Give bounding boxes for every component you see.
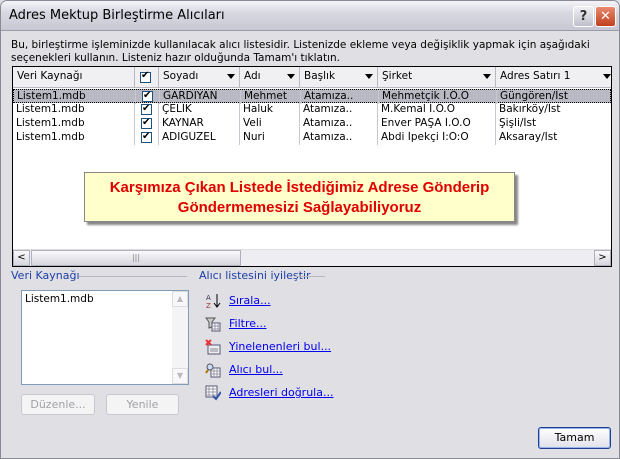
cell-adi: Haluk <box>240 103 300 117</box>
cell-soyadi: ÇELİK <box>159 103 240 117</box>
cell-sirket: Enver PAŞA İ.Ö.O <box>378 117 496 131</box>
scroll-left-button[interactable]: < <box>13 250 30 266</box>
find-duplicates-link[interactable]: Yinelenenleri bul... <box>229 340 331 353</box>
column-header-adres[interactable]: Adres Satırı 1 <box>496 67 611 88</box>
description-text: Bu, birleştirme işleminizde kullanılacak… <box>11 39 590 64</box>
row-checkbox-cell <box>135 103 159 117</box>
column-label: Soyadı <box>163 70 199 82</box>
row-checkbox[interactable] <box>142 90 153 102</box>
column-label: Şirket <box>382 70 413 82</box>
dropdown-arrow-icon[interactable] <box>365 74 373 79</box>
cell-adres: Aksaray/İst <box>496 131 611 145</box>
column-header-checkbox[interactable] <box>135 67 159 88</box>
scroll-down-button[interactable]: ▼ <box>172 368 188 384</box>
dropdown-arrow-icon[interactable] <box>603 74 611 79</box>
cell-soyadi: KAYNAR <box>159 117 240 131</box>
cell-sirket: Abdi İpekçi İ:Ö:O <box>378 131 496 145</box>
cell-adres: Bakırköy/İst <box>496 103 611 117</box>
dropdown-arrow-icon[interactable] <box>227 74 235 79</box>
horizontal-scrollbar[interactable]: < ||| > <box>13 249 611 266</box>
dialog-window: Adres Mektup Birleştirme Alıcıları ? ✕ B… <box>0 0 620 459</box>
table-header: Veri Kaynağı Soyadı Adı Başlık Şirket Ad… <box>13 67 611 88</box>
row-checkbox-cell <box>135 131 159 145</box>
dropdown-arrow-icon[interactable] <box>483 74 491 79</box>
filter-link[interactable]: Filtre... <box>229 317 267 330</box>
scroll-right-button[interactable]: > <box>594 250 611 266</box>
row-checkbox-cell <box>135 117 159 131</box>
table-row[interactable]: Listem1.mdb ADIGÜZELNuriAtamıza..Abdi İpe… <box>13 131 611 145</box>
row-checkbox[interactable] <box>141 117 152 129</box>
scroll-thumb[interactable]: ||| <box>31 250 241 266</box>
column-label: Veri Kaynağı <box>17 70 83 82</box>
validate-addresses-icon <box>205 385 221 401</box>
column-label: Başlık <box>304 70 336 82</box>
svg-text:Z: Z <box>206 302 211 309</box>
source-list-item[interactable]: Listem1.mdb <box>22 291 188 307</box>
cell-baslik: Atamıza.. <box>300 131 378 145</box>
cell-baslik: Atamıza.. <box>300 117 378 131</box>
svg-text:A: A <box>206 294 211 302</box>
select-all-checkbox[interactable] <box>140 70 151 83</box>
table-row[interactable]: Listem1.mdb GARDIYANMehmetAtamıza..Mehmet… <box>13 89 611 104</box>
divider <box>295 276 325 277</box>
row-checkbox[interactable] <box>141 131 152 143</box>
title-bar[interactable]: Adres Mektup Birleştirme Alıcıları ? ✕ <box>1 1 619 31</box>
dropdown-arrow-icon[interactable] <box>287 74 295 79</box>
column-label: Adı <box>244 70 261 82</box>
column-header-baslik[interactable]: Başlık <box>300 67 378 88</box>
cell-adres: Güngören/İst <box>497 90 611 104</box>
cell-source: Listem1.mdb <box>13 131 135 145</box>
cell-sirket: Mehmetçik İ.Ö.O <box>379 90 497 104</box>
divider <box>79 276 187 277</box>
source-listbox[interactable]: Listem1.mdb ▲ ▼ <box>21 290 189 385</box>
cell-adi: Mehmet <box>241 90 301 104</box>
cell-soyadi: ADIGÜZEL <box>159 131 240 145</box>
sort-link[interactable]: Sırala... <box>229 294 271 307</box>
cell-source: Listem1.mdb <box>13 103 135 117</box>
cell-sirket: M.Kemal İ.Ö.O <box>378 103 496 117</box>
help-button[interactable]: ? <box>573 6 594 27</box>
cell-source: Listem1.mdb <box>13 117 135 131</box>
refine-group-label: Alıcı listesini iyileştir <box>199 269 311 282</box>
row-checkbox-cell <box>136 90 160 104</box>
source-group-label: Veri Kaynağı <box>11 269 80 282</box>
filter-icon <box>205 317 221 332</box>
cell-adres: Şişli/İst <box>496 117 611 131</box>
column-header-sirket[interactable]: Şirket <box>378 67 496 88</box>
table-row[interactable]: Listem1.mdb ÇELİKHalukAtamıza..M.Kemal İ.… <box>13 103 611 117</box>
table-row[interactable]: Listem1.mdb KAYNARVeliAtamıza..Enver PAŞA… <box>13 117 611 131</box>
cell-baslik: Atamıza.. <box>300 103 378 117</box>
row-checkbox[interactable] <box>141 103 152 115</box>
validate-addresses-link[interactable]: Adresleri doğrula... <box>229 386 333 399</box>
scroll-up-button[interactable]: ▲ <box>172 291 188 307</box>
column-header-adi[interactable]: Adı <box>240 67 300 88</box>
window-title: Adres Mektup Birleştirme Alıcıları <box>9 8 225 23</box>
cell-baslik: Atamıza.. <box>301 90 379 104</box>
close-button[interactable]: ✕ <box>595 6 616 27</box>
cell-soyadi: GARDIYAN <box>160 90 241 104</box>
sort-az-icon: AZ <box>206 294 221 309</box>
annotation-line-1: Karşımıza Çıkan Listede İstediğimiz Adre… <box>109 179 490 196</box>
find-recipient-icon <box>205 363 221 378</box>
find-recipient-link[interactable]: Alıcı bul... <box>229 363 283 376</box>
column-header-source[interactable]: Veri Kaynağı <box>13 67 135 88</box>
cell-adi: Veli <box>240 117 300 131</box>
edit-button[interactable]: Düzenle... <box>21 394 95 415</box>
column-header-soyadi[interactable]: Soyadı <box>159 67 240 88</box>
annotation-line-2: Göndermemesizi Sağlayabiliyoruz <box>177 199 422 216</box>
cell-adi: Nuri <box>240 131 300 145</box>
column-label: Adres Satırı 1 <box>500 70 571 82</box>
annotation-callout: Karşımıza Çıkan Listede İstediğimiz Adre… <box>84 172 515 222</box>
cell-source: Listem1.mdb <box>14 90 136 104</box>
recipients-table: Veri Kaynağı Soyadı Adı Başlık Şirket Ad… <box>12 66 612 267</box>
vertical-scrollbar[interactable]: ▲ ▼ <box>172 291 188 384</box>
find-duplicates-icon <box>205 339 221 355</box>
ok-button[interactable]: Tamam <box>538 427 611 449</box>
refresh-button[interactable]: Yenile <box>106 394 179 415</box>
